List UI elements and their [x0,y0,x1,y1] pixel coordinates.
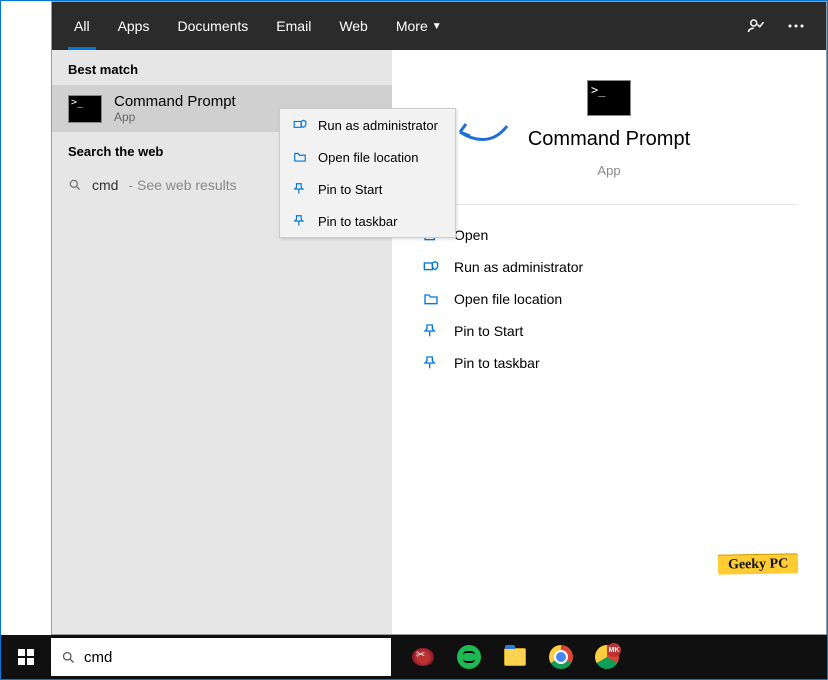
action-pin-taskbar[interactable]: Pin to taskbar [422,347,796,379]
ellipsis-icon[interactable] [786,16,806,36]
tab-email[interactable]: Email [262,2,325,50]
tab-more[interactable]: More ▼ [382,2,456,50]
details-header: Command Prompt App [422,70,796,205]
pin-icon [422,323,440,339]
context-open-location[interactable]: Open file location [280,141,455,173]
pin-icon [292,213,308,229]
web-result-suffix: - See web results [128,177,236,193]
action-run-admin[interactable]: Run as administrator [422,251,796,283]
context-pin-start[interactable]: Pin to Start [280,173,455,205]
taskbar-app-chrome-mk[interactable] [585,635,629,679]
command-prompt-icon [68,95,102,123]
taskbar-app-snip[interactable] [401,635,445,679]
details-title: Command Prompt [528,128,690,151]
spotify-icon [457,645,481,669]
action-open-location[interactable]: Open file location [422,283,796,315]
action-pin-start[interactable]: Pin to Start [422,315,796,347]
search-tabs-bar: All Apps Documents Email Web More ▼ [52,2,826,50]
result-text: Command Prompt App [114,93,236,124]
pin-icon [292,181,308,197]
shield-icon [422,259,440,275]
folder-icon [422,291,440,307]
taskbar-app-explorer[interactable] [493,635,537,679]
actions-list: Open Run as administrator Open file loca… [392,205,826,393]
context-menu: Run as administrator Open file location … [279,108,456,238]
tab-label: Apps [118,18,150,34]
tab-label: Email [276,18,311,34]
windows-search-panel: All Apps Documents Email Web More ▼ Best … [51,1,827,635]
context-pin-taskbar[interactable]: Pin to taskbar [280,205,455,237]
windows-logo-icon [18,649,34,665]
action-label: Run as administrator [454,259,583,275]
action-label: Pin to taskbar [454,355,540,371]
tab-label: Documents [177,18,248,34]
result-title: Command Prompt [114,93,236,110]
pin-icon [422,355,440,371]
search-input[interactable] [84,649,381,666]
taskbar [1,635,827,679]
folder-icon [292,149,308,165]
file-explorer-icon [504,648,526,666]
feedback-icon[interactable] [746,16,766,36]
context-label: Open file location [318,150,418,165]
section-best-match: Best match [52,50,392,85]
chrome-icon [549,645,573,669]
tabs-right-controls [746,16,818,36]
search-icon [61,650,76,665]
tab-web[interactable]: Web [325,2,382,50]
action-label: Pin to Start [454,323,523,339]
action-label: Open file location [454,291,562,307]
tab-label: Web [339,18,368,34]
chrome-profile-icon [595,645,619,669]
tab-apps[interactable]: Apps [104,2,164,50]
action-open[interactable]: Open [422,219,796,251]
shield-icon [292,117,308,133]
taskbar-apps [401,635,629,679]
details-subtitle: App [597,163,620,178]
tab-documents[interactable]: Documents [163,2,262,50]
context-label: Pin to taskbar [318,214,398,229]
details-column: Command Prompt App Open Run as administr… [392,50,826,634]
start-button[interactable] [1,635,51,679]
context-label: Run as administrator [318,118,438,133]
taskbar-app-spotify[interactable] [447,635,491,679]
action-label: Open [454,227,488,243]
tab-label: All [74,18,90,34]
taskbar-app-chrome[interactable] [539,635,583,679]
web-result-term: cmd [92,177,118,193]
context-label: Pin to Start [318,182,382,197]
chevron-down-icon: ▼ [432,21,442,32]
watermark: Geeky PC [718,553,799,574]
command-prompt-icon [587,80,631,116]
tab-all[interactable]: All [60,2,104,50]
snipping-tool-icon [412,648,434,666]
tab-label: More [396,18,428,34]
search-icon [68,178,82,192]
taskbar-search-box[interactable] [51,638,391,676]
context-run-admin[interactable]: Run as administrator [280,109,455,141]
result-subtitle: App [114,110,236,124]
